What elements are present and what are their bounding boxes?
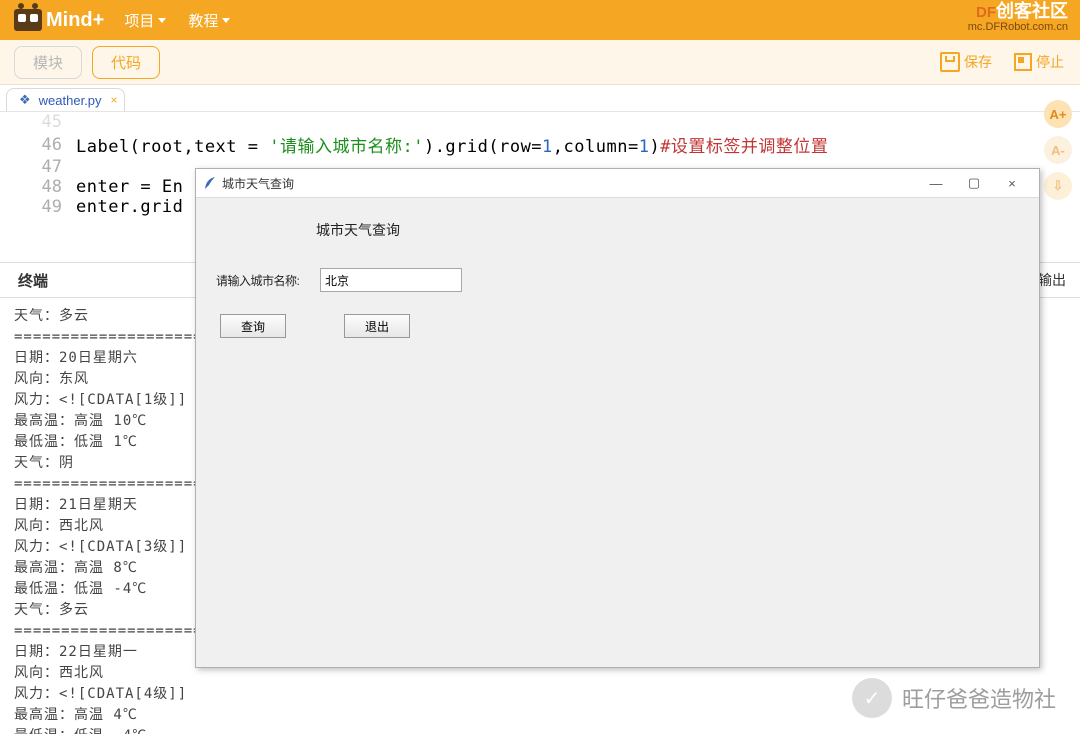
zoom-controls: A+ A- ⇩ xyxy=(1044,100,1072,200)
chevron-down-icon xyxy=(158,18,166,23)
stop-icon xyxy=(1014,53,1032,71)
file-tab-label: weather.py xyxy=(39,93,102,108)
line-number: 45 xyxy=(0,112,76,132)
code-line[interactable]: enter.grid xyxy=(76,197,183,217)
zoom-out-button[interactable]: A- xyxy=(1044,136,1072,164)
tk-city-label: 请输入城市名称: xyxy=(216,272,306,289)
app-logo: Mind+ xyxy=(14,9,104,32)
tk-minimize-button[interactable]: — xyxy=(917,169,955,197)
save-button[interactable]: 保存 xyxy=(940,52,992,72)
wechat-icon: ✓ xyxy=(852,678,892,718)
save-icon xyxy=(940,52,960,72)
line-number: 46 xyxy=(0,135,76,155)
watermark-text: 旺仔爸爸造物社 xyxy=(902,682,1056,714)
tk-city-input[interactable] xyxy=(320,268,462,292)
tk-close-button[interactable]: × xyxy=(993,169,1031,197)
tk-maximize-button[interactable]: ▢ xyxy=(955,169,993,197)
tk-window-title: 城市天气查询 xyxy=(222,175,294,192)
line-number: 47 xyxy=(0,157,76,177)
code-line[interactable]: enter = En xyxy=(76,177,183,197)
python-icon: ❖ xyxy=(19,92,31,108)
logo-text: Mind+ xyxy=(46,9,104,32)
menubar: Mind+ 项目 教程 DF创客社区 mc.DFRobot.com.cn xyxy=(0,0,1080,40)
line-number: 49 xyxy=(0,197,76,217)
line-number: 48 xyxy=(0,177,76,197)
code-line[interactable]: Label(root,text = '请输入城市名称:').grid(row=1… xyxy=(76,132,828,157)
logo-icon xyxy=(14,9,42,31)
zoom-in-button[interactable]: A+ xyxy=(1044,100,1072,128)
file-tab-weather[interactable]: ❖ weather.py × xyxy=(6,88,125,111)
chevron-down-icon xyxy=(222,18,230,23)
tab-module-button[interactable]: 模块 xyxy=(14,46,82,79)
terminal-output-tab[interactable]: 输出 xyxy=(1038,270,1066,290)
toolbar: 模块 代码 保存 停止 xyxy=(0,40,1080,85)
community-url: mc.DFRobot.com.cn xyxy=(968,21,1068,33)
zoom-reset-button[interactable]: ⇩ xyxy=(1044,172,1072,200)
tk-window: 城市天气查询 — ▢ × 城市天气查询 请输入城市名称: 查询 退出 xyxy=(195,168,1040,668)
tk-feather-icon xyxy=(204,176,216,190)
file-tab-bar: ❖ weather.py × xyxy=(0,85,1080,112)
close-tab-button[interactable]: × xyxy=(111,93,118,107)
tab-code-button[interactable]: 代码 xyxy=(92,46,160,79)
menu-project[interactable]: 项目 xyxy=(124,10,166,31)
tk-heading-label: 城市天气查询 xyxy=(316,220,1019,240)
tk-exit-button[interactable]: 退出 xyxy=(344,314,410,338)
community-link[interactable]: DF创客社区 mc.DFRobot.com.cn xyxy=(968,2,1068,33)
tk-query-button[interactable]: 查询 xyxy=(220,314,286,338)
stop-button[interactable]: 停止 xyxy=(1014,52,1064,72)
tk-titlebar[interactable]: 城市天气查询 — ▢ × xyxy=(196,169,1039,198)
watermark: ✓ 旺仔爸爸造物社 xyxy=(852,678,1056,718)
terminal-title: 终端 xyxy=(18,270,48,291)
menu-tutorial[interactable]: 教程 xyxy=(188,10,230,31)
